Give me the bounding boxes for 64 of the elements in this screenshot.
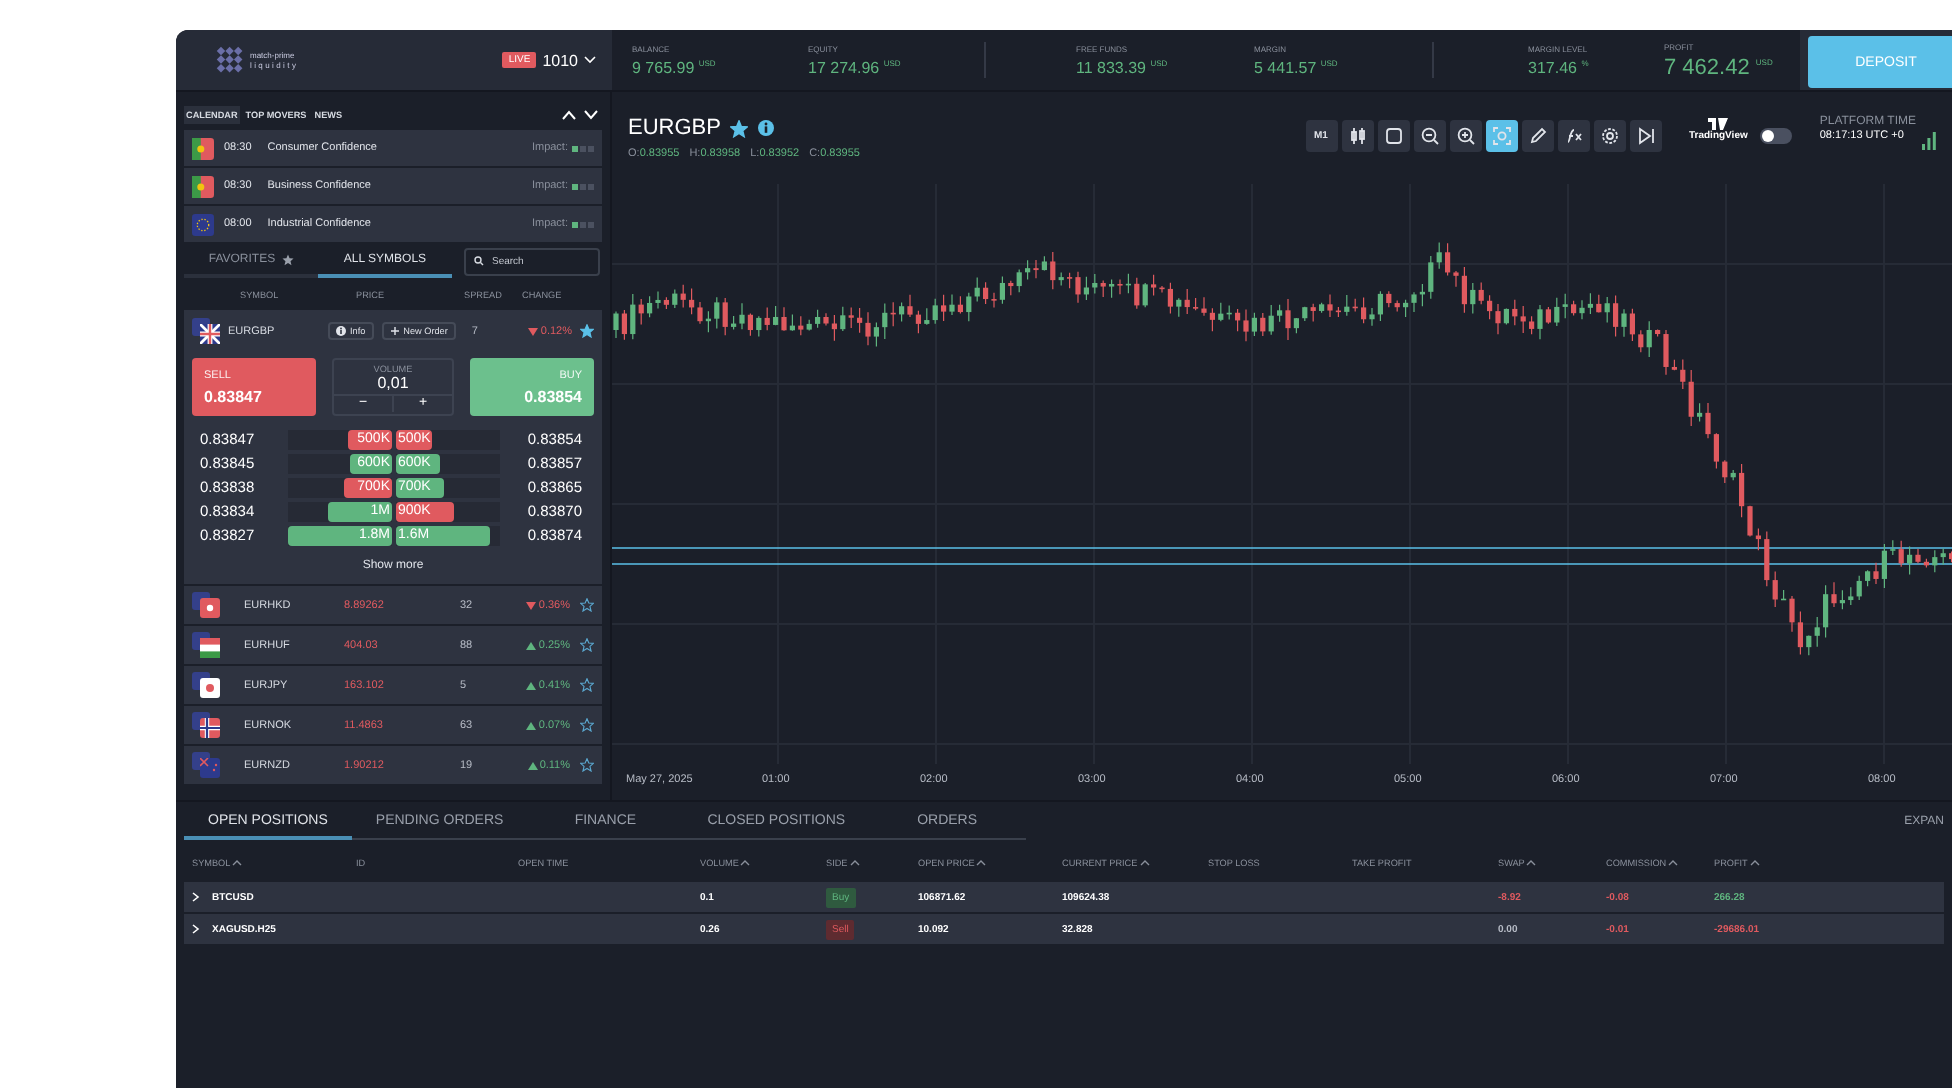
chart-tool-button[interactable] xyxy=(1593,120,1625,152)
settings-icon xyxy=(1599,126,1619,146)
function-icon xyxy=(1563,126,1583,146)
chevron-right-icon[interactable] xyxy=(192,924,200,934)
sort-icon xyxy=(232,859,243,865)
star-icon[interactable] xyxy=(580,718,594,732)
zoom-out-icon xyxy=(1419,126,1439,146)
pencil-icon xyxy=(1527,126,1547,146)
caret-up-icon xyxy=(526,681,537,689)
toggle-switch[interactable] xyxy=(1759,128,1792,144)
flag-icon xyxy=(200,758,220,778)
tradingview-logo-icon xyxy=(1708,118,1729,130)
star-icon[interactable] xyxy=(730,119,749,137)
chart-tool-button[interactable] xyxy=(1629,120,1661,152)
caret-up-icon xyxy=(526,641,537,649)
sort-icon xyxy=(976,859,987,865)
sort-icon xyxy=(1668,859,1679,865)
chart-tool-button[interactable] xyxy=(1449,120,1481,152)
sort-icon xyxy=(740,859,751,865)
candlestick-icon xyxy=(1347,126,1367,146)
caret-up-icon xyxy=(527,761,538,769)
chart-tool-button[interactable] xyxy=(1413,120,1445,152)
sort-icon xyxy=(1749,859,1760,865)
caret-down-icon xyxy=(528,327,539,335)
signal-icon xyxy=(1922,132,1936,150)
star-icon xyxy=(281,254,294,266)
chart-tool-button[interactable] xyxy=(1521,120,1553,152)
chart-tool-button[interactable] xyxy=(1485,120,1517,152)
plus-icon xyxy=(389,326,400,336)
flag-icon xyxy=(200,678,220,698)
fit-screen-icon xyxy=(1491,126,1511,146)
flag-icon xyxy=(200,324,220,344)
info-icon xyxy=(336,326,346,336)
chart-tool-button[interactable] xyxy=(1341,120,1373,152)
search-icon xyxy=(474,256,484,266)
star-icon[interactable] xyxy=(580,678,594,692)
zoom-in-icon xyxy=(1455,126,1475,146)
star-icon[interactable] xyxy=(580,638,594,652)
info-icon[interactable] xyxy=(758,120,775,136)
caret-down-icon xyxy=(526,601,537,609)
account-number[interactable]: 1010 xyxy=(542,51,578,69)
star-icon[interactable] xyxy=(580,758,594,772)
chart-tool-button[interactable] xyxy=(1377,120,1409,152)
sort-icon xyxy=(1526,859,1537,865)
chevron-down-icon[interactable] xyxy=(584,56,596,64)
sort-icon xyxy=(849,859,860,865)
flag-icon xyxy=(192,213,214,235)
square-icon xyxy=(1383,126,1403,146)
star-icon[interactable] xyxy=(580,324,594,338)
chevron-down-icon[interactable] xyxy=(584,109,598,119)
flag-icon xyxy=(200,598,220,618)
logo-icon xyxy=(216,46,244,74)
flag-icon xyxy=(192,175,214,197)
chevron-right-icon[interactable] xyxy=(192,892,200,902)
flag-icon xyxy=(200,718,220,738)
flag-icon xyxy=(200,638,220,658)
chevron-up-icon[interactable] xyxy=(562,109,576,119)
caret-up-icon xyxy=(526,721,537,729)
chart-symbol: EURGBP xyxy=(628,116,721,140)
sort-icon xyxy=(1139,859,1150,865)
chart-tool-button[interactable] xyxy=(1557,120,1589,152)
star-icon[interactable] xyxy=(580,598,594,612)
skip-to-end-icon xyxy=(1635,126,1655,146)
flag-icon xyxy=(192,137,214,159)
